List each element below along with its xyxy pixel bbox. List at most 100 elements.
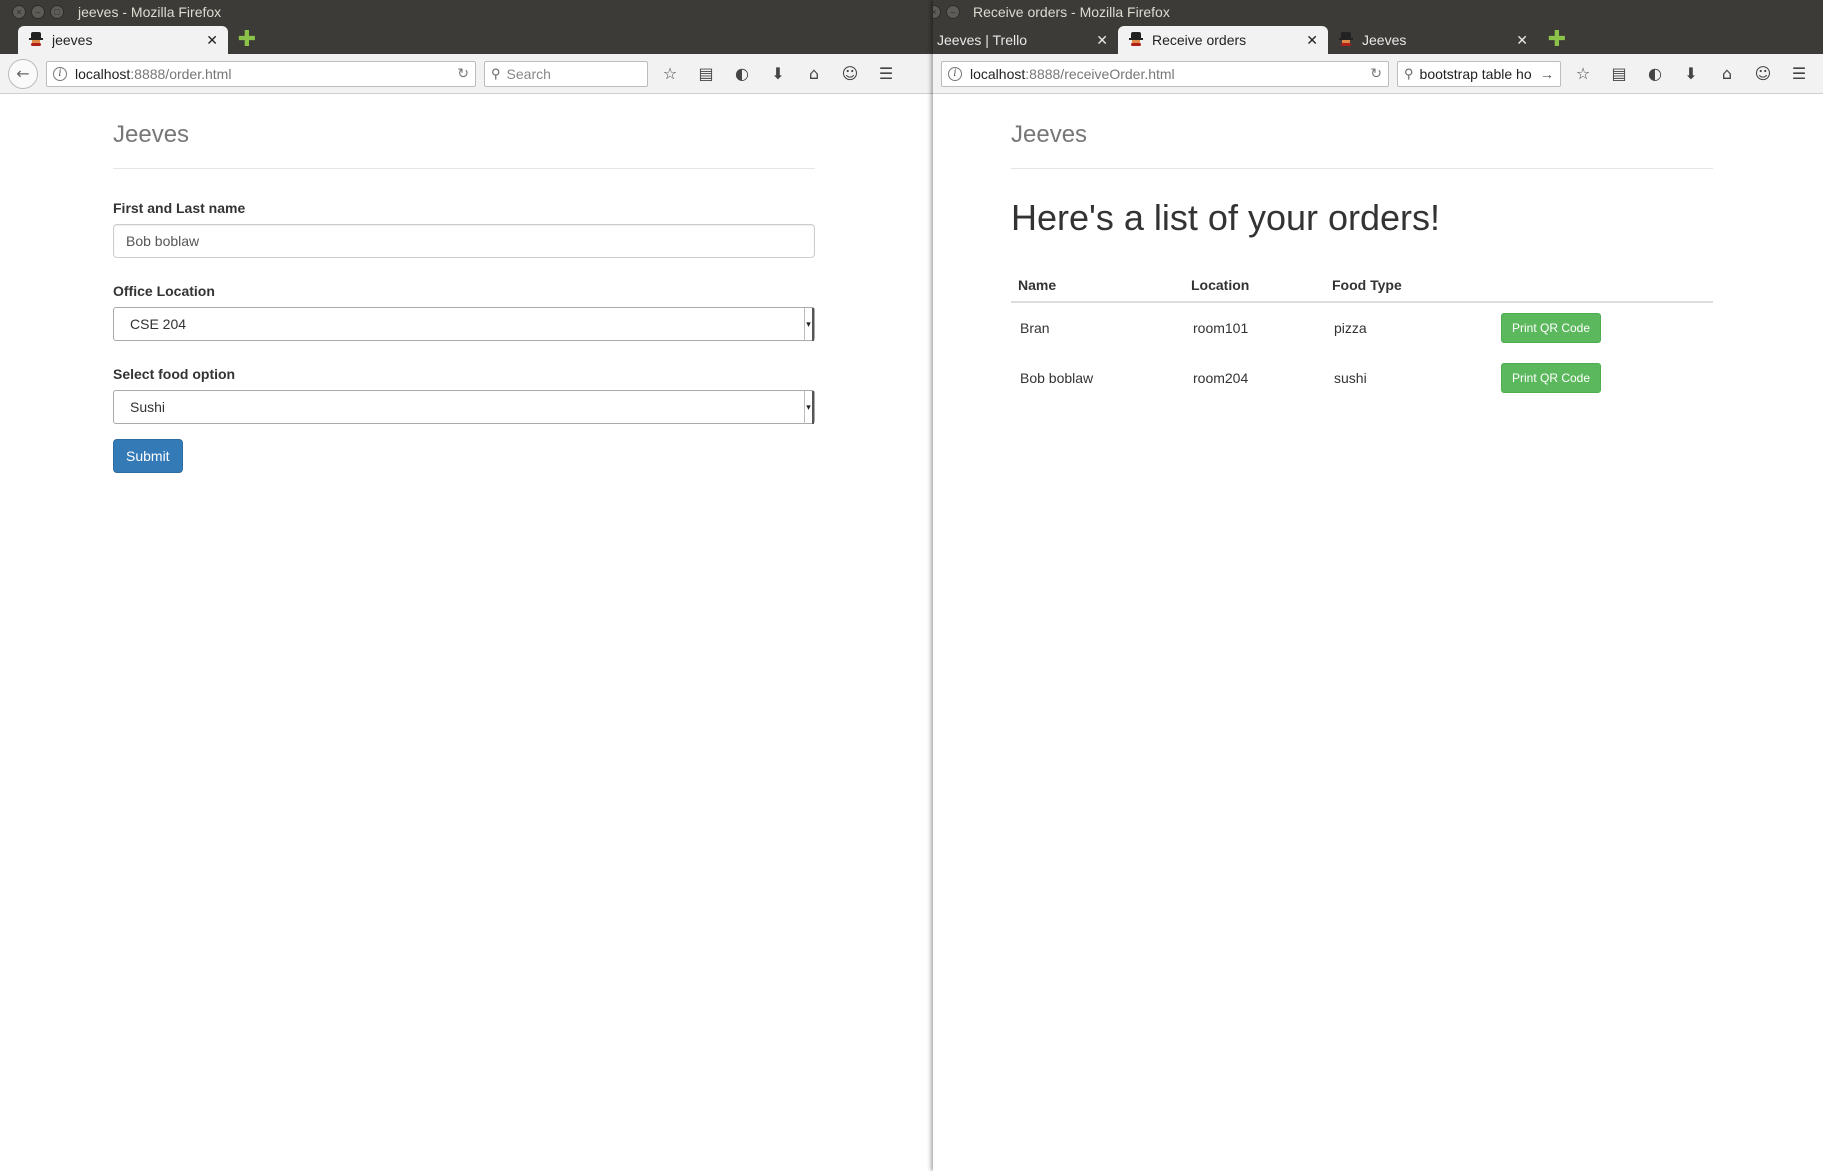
reading-list-icon[interactable]: ▤ <box>1605 60 1633 88</box>
home-icon[interactable]: ⌂ <box>1713 60 1741 88</box>
search-go-icon[interactable]: → <box>1540 66 1554 82</box>
tab-label: jeeves <box>52 32 93 48</box>
close-tab-icon[interactable]: ✕ <box>206 32 218 49</box>
search-icon: ⚲ <box>491 65 501 81</box>
cell-name: Bob boblaw <box>1020 370 1094 386</box>
column-header-location: Location <box>1184 269 1325 303</box>
pocket-icon[interactable]: ◐ <box>728 60 756 88</box>
location-selected-value: CSE 204 <box>130 316 187 332</box>
cell-location: room204 <box>1193 370 1249 386</box>
jeeves-favicon-icon <box>28 32 44 48</box>
name-form-group: First and Last name Bob boblaw <box>113 200 815 258</box>
tab-jeeves[interactable]: jeeves ✕ <box>18 26 228 54</box>
window-minimize-button[interactable]: – <box>946 5 960 19</box>
header-divider <box>1011 168 1713 169</box>
navigation-toolbar: ← i localhost:8888/order.html ↻ ⚲ Search… <box>0 54 933 94</box>
search-placeholder: Search <box>506 65 551 82</box>
bookmark-star-icon[interactable]: ☆ <box>1569 60 1597 88</box>
navigation-toolbar: i localhost:8888/receiveOrder.html ↻ ⚲ b… <box>933 54 1823 94</box>
new-tab-button[interactable]: ✚ <box>1544 26 1570 52</box>
desktop: × – □ jeeves - Mozilla Firefox jeeves ✕ … <box>0 0 1823 1171</box>
name-input[interactable]: Bob boblaw <box>113 224 815 258</box>
page-content: Jeeves Here's a list of your orders! Nam… <box>933 95 1823 1171</box>
window-controls: × – □ <box>12 5 64 19</box>
chat-icon[interactable]: ☺ <box>836 60 864 88</box>
print-qr-code-button[interactable]: Print QR Code <box>1501 313 1602 343</box>
url-bar[interactable]: i localhost:8888/order.html ↻ <box>46 60 476 87</box>
url-host: localhost <box>75 65 131 82</box>
search-value: bootstrap table ho <box>1419 65 1532 82</box>
tab-trello[interactable]: Jeeves | Trello ✕ <box>933 26 1118 54</box>
food-label: Select food option <box>113 366 236 382</box>
cell-name: Bran <box>1020 320 1050 336</box>
cell-food: sushi <box>1334 370 1367 386</box>
table-header-row: Name Location Food Type <box>1011 269 1713 303</box>
window-title: Receive orders - Mozilla Firefox <box>973 4 1170 20</box>
close-tab-icon[interactable]: ✕ <box>1516 32 1528 49</box>
column-header-actions <box>1492 269 1713 303</box>
url-path: :8888/order.html <box>130 65 232 82</box>
downloads-icon[interactable]: ⬇ <box>764 60 792 88</box>
new-tab-button[interactable]: ✚ <box>234 26 260 52</box>
page-content: Jeeves First and Last name Bob boblaw Of… <box>0 95 933 1171</box>
cell-food: pizza <box>1334 320 1367 336</box>
cell-action: Print QR Code <box>1492 353 1713 403</box>
food-select[interactable]: Sushi ▾ <box>113 390 815 424</box>
reload-icon[interactable]: ↻ <box>1370 65 1382 82</box>
reload-icon[interactable]: ↻ <box>457 65 469 82</box>
window-minimize-button[interactable]: – <box>31 5 45 19</box>
tab-receive-orders[interactable]: Receive orders ✕ <box>1118 26 1328 54</box>
dropdown-arrow-icon: ▾ <box>804 391 814 424</box>
jeeves-favicon-icon <box>1128 32 1144 48</box>
downloads-icon[interactable]: ⬇ <box>1677 60 1705 88</box>
menu-icon[interactable]: ☰ <box>872 60 900 88</box>
tab-label: Jeeves <box>1362 32 1407 48</box>
close-tab-icon[interactable]: ✕ <box>1306 32 1318 49</box>
window-close-button[interactable]: × <box>12 5 26 19</box>
food-selected-value: Sushi <box>130 399 166 415</box>
url-bar[interactable]: i localhost:8888/receiveOrder.html ↻ <box>941 60 1389 87</box>
order-form-container: Jeeves First and Last name Bob boblaw Of… <box>113 95 815 473</box>
firefox-window-receive-orders: × – Receive orders - Mozilla Firefox Jee… <box>933 0 1823 1171</box>
tab-label: Jeeves | Trello <box>937 32 1028 48</box>
food-form-group: Select food option Sushi ▾ <box>113 366 815 424</box>
site-info-icon[interactable]: i <box>948 66 962 81</box>
home-icon[interactable]: ⌂ <box>800 60 828 88</box>
search-icon: ⚲ <box>1404 65 1414 81</box>
cell-action: Print QR Code <box>1492 302 1713 353</box>
close-tab-icon[interactable]: ✕ <box>1096 32 1108 49</box>
chat-icon[interactable]: ☺ <box>1749 60 1777 88</box>
tab-jeeves[interactable]: Jeeves ✕ <box>1328 26 1538 54</box>
tab-label: Receive orders <box>1152 32 1247 48</box>
reading-list-icon[interactable]: ▤ <box>692 60 720 88</box>
orders-container: Jeeves Here's a list of your orders! Nam… <box>1011 95 1713 403</box>
search-input[interactable]: ⚲ bootstrap table ho → <box>1397 60 1561 87</box>
url-host: localhost <box>970 65 1026 82</box>
menu-icon[interactable]: ☰ <box>1785 60 1813 88</box>
window-close-button[interactable]: × <box>933 5 941 19</box>
window-titlebar: × – □ jeeves - Mozilla Firefox <box>0 0 933 24</box>
page-heading: Here's a list of your orders! <box>1011 197 1441 238</box>
table-row: Bob boblaw room204 sushi Print QR Code <box>1011 353 1713 403</box>
dropdown-arrow-icon: ▾ <box>804 308 814 341</box>
header-divider <box>113 168 815 169</box>
location-label: Office Location <box>113 283 215 299</box>
search-input[interactable]: ⚲ Search <box>484 60 648 87</box>
back-button[interactable]: ← <box>8 58 38 89</box>
column-header-food-type: Food Type <box>1325 269 1492 303</box>
submit-button[interactable]: Submit <box>113 439 183 473</box>
tab-strip: jeeves ✕ ✚ <box>0 24 933 54</box>
tab-strip: Jeeves | Trello ✕ Receive orders ✕ Jeeve… <box>933 24 1823 54</box>
name-label: First and Last name <box>113 200 246 216</box>
print-qr-code-button[interactable]: Print QR Code <box>1501 363 1602 393</box>
firefox-window-order: × – □ jeeves - Mozilla Firefox jeeves ✕ … <box>0 0 933 1171</box>
window-maximize-button[interactable]: □ <box>50 5 64 19</box>
window-controls: × – <box>933 5 960 19</box>
site-info-icon[interactable]: i <box>53 66 67 81</box>
window-titlebar: × – Receive orders - Mozilla Firefox <box>933 0 1823 24</box>
location-select[interactable]: CSE 204 ▾ <box>113 307 815 341</box>
brand-title: Jeeves <box>1011 121 1088 148</box>
column-header-name: Name <box>1011 269 1184 303</box>
pocket-icon[interactable]: ◐ <box>1641 60 1669 88</box>
bookmark-star-icon[interactable]: ☆ <box>656 60 684 88</box>
